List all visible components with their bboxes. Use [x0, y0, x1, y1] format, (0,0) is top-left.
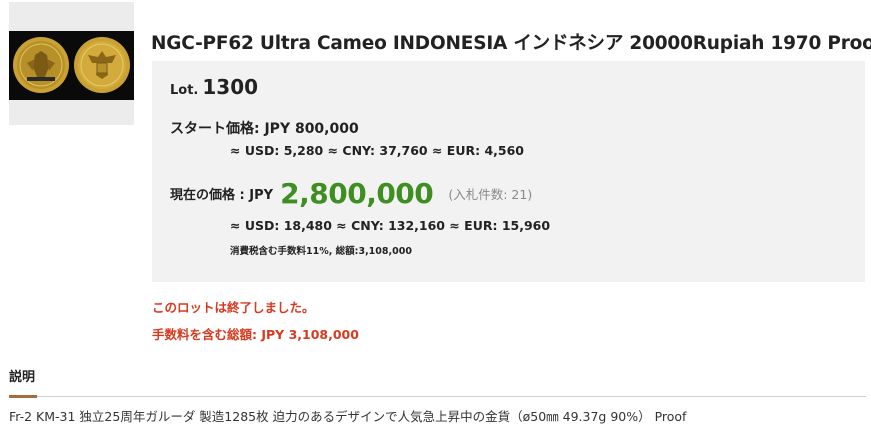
lot-ended-notice: このロットは終了しました。: [152, 300, 315, 315]
current-price-value: 2,800,000: [280, 177, 434, 210]
coin-thumbnail[interactable]: [9, 2, 134, 125]
description-text: Fr-2 KM-31 独立25周年ガルーダ 製造1285枚 迫力のあるデザインで…: [9, 409, 687, 424]
current-price: 現在の価格 : JPY 2,800,000 (入札件数: 21): [170, 177, 532, 210]
tax-note: 消費税含む手数料11%, 総額:3,108,000: [230, 246, 412, 257]
lot-title: NGC-PF62 Ultra Cameo INDONESIA インドネシア 20…: [151, 33, 871, 54]
coin-photo: [9, 31, 134, 100]
description-divider: [9, 396, 866, 397]
total-with-fee: 手数料を含む総額: JPY 3,108,000: [152, 327, 359, 342]
start-price: スタート価格: JPY 800,000: [170, 121, 359, 137]
coin-obverse-icon: [13, 37, 69, 93]
current-price-label: 現在の価格 : JPY: [170, 188, 274, 203]
current-price-conversion: ≈ USD: 18,480 ≈ CNY: 132,160 ≈ EUR: 15,9…: [230, 218, 551, 233]
description-accent: [9, 395, 37, 398]
lot-number-value: 1300: [202, 75, 259, 99]
bid-count: (入札件数: 21): [448, 187, 533, 202]
lot-label: Lot.: [170, 83, 199, 98]
price-panel: Lot. 1300 スタート価格: JPY 800,000 ≈ USD: 5,28…: [152, 61, 865, 282]
coin-reverse-icon: [74, 37, 130, 93]
description-heading: 説明: [9, 370, 36, 385]
lot-number: Lot. 1300: [170, 75, 258, 99]
start-price-conversion: ≈ USD: 5,280 ≈ CNY: 37,760 ≈ EUR: 4,560: [230, 143, 524, 158]
